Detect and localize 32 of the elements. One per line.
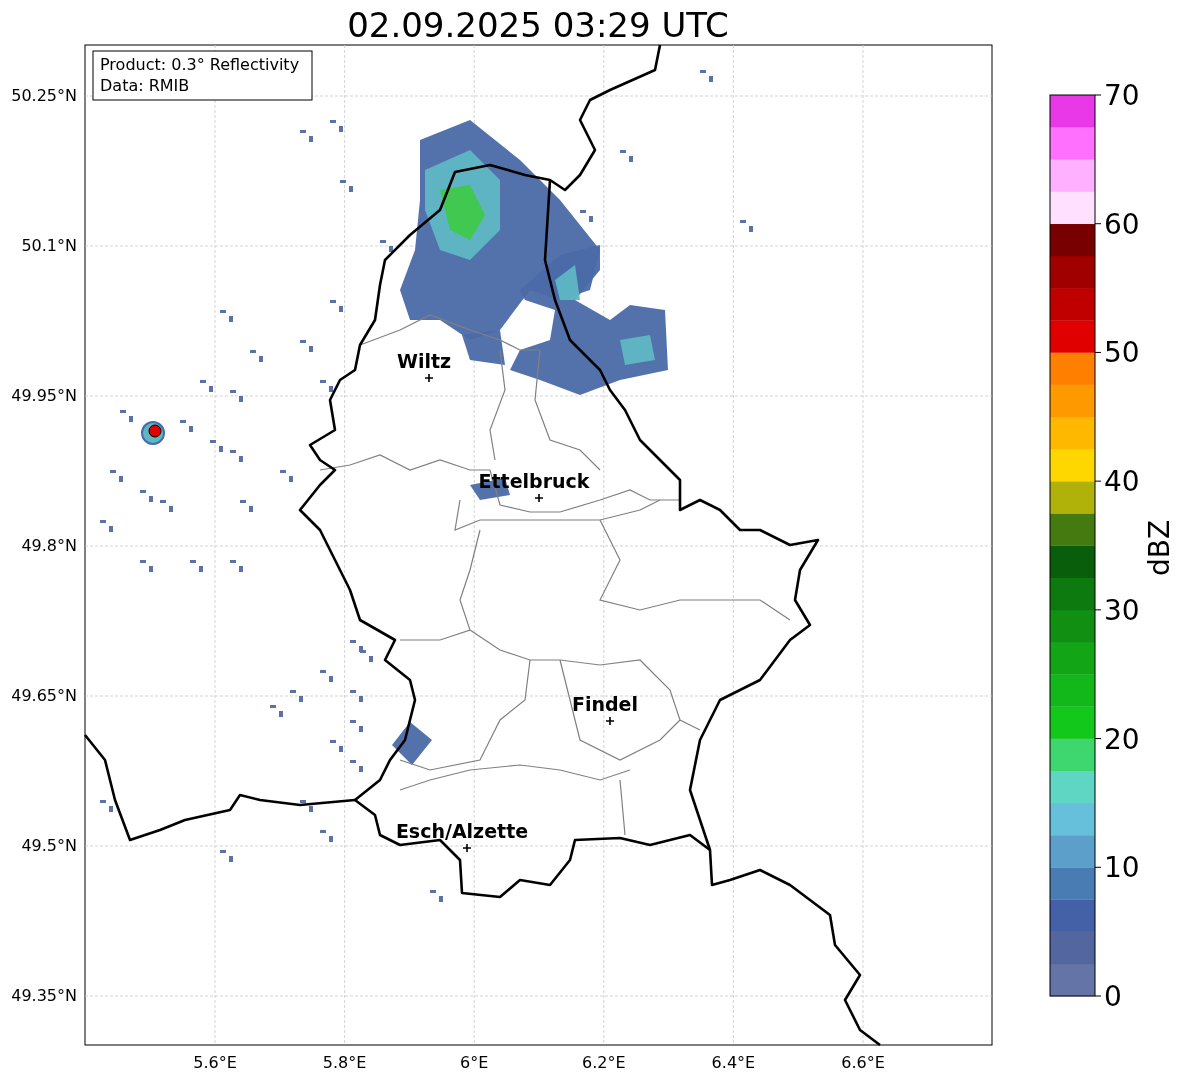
city-marker-icon [462, 843, 472, 853]
longitude-label: 5.8°E [322, 1053, 367, 1072]
colorbar-tick-label: 60 [1104, 207, 1140, 241]
city-marker-icon [605, 716, 615, 726]
latitude-label: 50.25°N [11, 86, 77, 105]
info-text: Product: 0.3° Reflectivity [100, 55, 300, 74]
latitude-label: 49.5°N [21, 836, 77, 855]
colorbar-tick-label: 40 [1104, 465, 1140, 499]
longitude-label: 5.6°E [193, 1053, 237, 1072]
longitude-label: 6.6°E [841, 1053, 885, 1072]
longitude-label: 6.2°E [582, 1053, 626, 1072]
city-label: Esch/Alzette [395, 820, 529, 842]
colorbar-tick-label: 50 [1104, 336, 1140, 370]
colorbar-tick-label: 30 [1104, 593, 1140, 627]
colorbar-label: dBZ [1143, 519, 1176, 577]
colorbar-tick-label: 20 [1104, 722, 1140, 756]
latitude-label: 49.95°N [11, 386, 77, 405]
colorbar-tick-label: 10 [1104, 851, 1140, 885]
info-text: Data: RMIB [100, 76, 190, 95]
colorbar-tick-label: 0 [1104, 980, 1122, 1013]
longitude-label: 6.4°E [711, 1053, 756, 1072]
latitude-label: 50.1°N [21, 236, 77, 255]
city-label: Findel [572, 693, 638, 715]
latitude-label: 49.35°N [11, 986, 77, 1005]
longitude-label: 6°E [460, 1053, 489, 1072]
latitude-label: 49.65°N [11, 686, 77, 705]
city-marker-icon [534, 493, 544, 503]
city-label: Wiltz [396, 350, 452, 372]
latitude-label: 49.8°N [21, 536, 77, 555]
city-marker-icon [424, 373, 434, 383]
colorbar-tick-label: 70 [1104, 79, 1140, 112]
chart-title: 02.09.2025 03:29 UTC [347, 5, 729, 45]
